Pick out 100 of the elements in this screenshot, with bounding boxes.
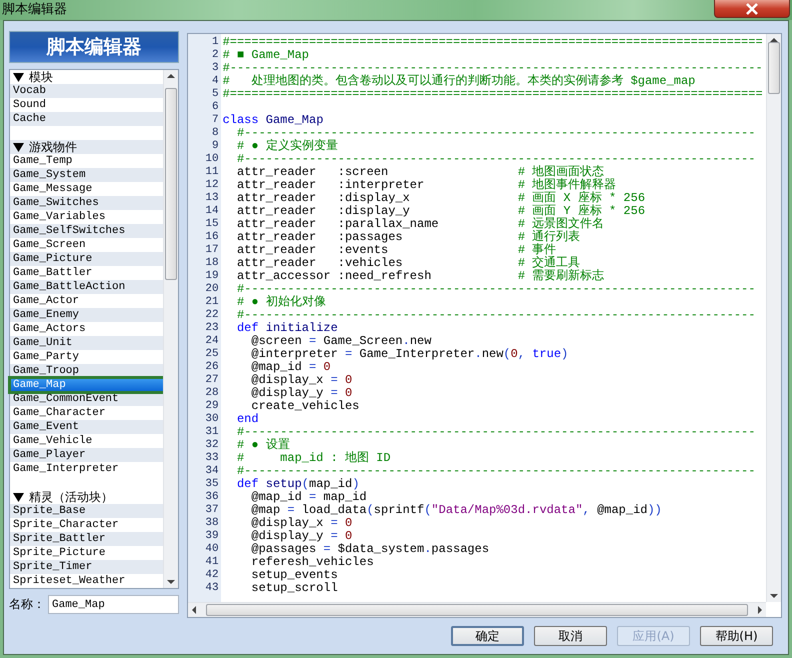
code-line: # ■ Game_Map	[222, 49, 309, 62]
line-number: 24	[205, 335, 219, 348]
line-number: 29	[205, 400, 219, 413]
code-line: #-----------------------------------------------------------------------	[236, 127, 756, 140]
script-list-item[interactable]: Sound	[13, 98, 46, 112]
code-line: attr_reader :vehicles # 交通工具	[236, 257, 580, 270]
scrollbar[interactable]	[188, 602, 766, 617]
section-heading[interactable]: 模块	[29, 70, 53, 84]
code-line: @map = load_data(sprintf("Data/Map%03d.rvdata", @map_id))	[250, 504, 662, 517]
code-line: setup_scroll	[250, 582, 338, 595]
code-line: #==========================================================================	[222, 88, 763, 101]
code-line: #-----------------------------------------------------------------------	[236, 309, 756, 322]
line-number: 22	[205, 309, 219, 322]
name-field[interactable]: Game_Map	[48, 595, 179, 614]
line-number: 11	[205, 166, 219, 179]
script-list-item[interactable]: Game_Character	[13, 406, 106, 420]
line-number: 16	[205, 231, 219, 244]
line-number: 33	[205, 452, 219, 465]
close-icon	[745, 2, 759, 14]
script-list-item[interactable]: Game_Interpreter	[13, 462, 119, 476]
line-number: 26	[205, 361, 219, 374]
line-number: 34	[205, 465, 219, 478]
code-line: attr_reader :interpreter # 地图事件解释器	[236, 179, 616, 192]
panel-header: 脚本编辑器	[9, 31, 179, 63]
line-number: 12	[205, 179, 219, 192]
line-number: 18	[205, 257, 219, 270]
code-line: setup_events	[250, 569, 338, 582]
script-list-item[interactable]: Sprite_Picture	[13, 546, 106, 560]
code-line: @interpreter = Game_Interpreter.new(0, true)	[250, 348, 568, 361]
line-number: 19	[205, 270, 219, 283]
code-line: attr_reader :events # 事件	[236, 244, 556, 257]
script-list-item[interactable]: Spriteset_Weather	[13, 574, 126, 588]
code-line: # 处理地图的类。包含卷动以及可以通行的判断功能。本类的实例请参考 $game_map	[222, 75, 696, 88]
script-list-item[interactable]: Game_Party	[13, 350, 80, 364]
line-number: 1	[212, 36, 219, 49]
line-number: 32	[205, 439, 219, 452]
code-line: def initialize	[236, 322, 338, 335]
line-number: 4	[212, 75, 219, 88]
code-line: attr_reader :display_x # 画面 X 座标 * 256	[236, 192, 646, 205]
script-list-item[interactable]: Game_Message	[13, 182, 92, 196]
code-line: attr_reader :parallax_name # 远景图文件名	[236, 218, 604, 231]
code-line: @display_y = 0	[250, 387, 352, 400]
code-line: # ● 初始化对像	[236, 296, 326, 309]
close-button[interactable]	[714, 0, 790, 18]
line-number: 31	[205, 426, 219, 439]
line-number: 41	[205, 556, 219, 569]
line-number: 27	[205, 374, 219, 387]
line-number: 7	[212, 114, 219, 127]
code-line: attr_reader :screen # 地图画面状态	[236, 166, 604, 179]
line-number: 9	[212, 140, 219, 153]
code-line: class Game_Map	[222, 114, 324, 127]
code-line: attr_reader :display_y # 画面 Y 座标 * 256	[236, 205, 646, 218]
script-list-item[interactable]: Game_Variables	[13, 210, 106, 224]
script-list-item[interactable]: Sprite_Character	[13, 518, 119, 532]
code-line: @map_id = 0	[250, 361, 331, 374]
script-list-item[interactable]: Game_Vehicle	[13, 434, 92, 448]
code-line: # map_id : 地图 ID	[236, 452, 391, 465]
line-number: 15	[205, 218, 219, 231]
code-line: @display_x = 0	[250, 517, 352, 530]
dialog-button[interactable]: 确定	[451, 626, 524, 646]
script-list-item[interactable]: Game_Temp	[13, 154, 72, 168]
section-heading[interactable]: 精灵（活动块）	[29, 490, 113, 504]
line-number: 23	[205, 322, 219, 335]
line-number: 20	[205, 283, 219, 296]
code-line: #-----------------------------------------------------------------------	[236, 153, 756, 166]
script-list-item[interactable]: Game_Battler	[13, 266, 92, 280]
scrollbar[interactable]	[162, 70, 178, 588]
script-list-item[interactable]: Game_Actors	[13, 322, 86, 336]
expand-triangle-icon[interactable]	[13, 72, 24, 82]
expand-triangle-icon[interactable]	[13, 142, 24, 152]
window-title: 脚本编辑器	[1, 1, 68, 18]
line-number: 8	[212, 127, 219, 140]
line-number: 3	[212, 62, 219, 75]
code-line: referesh_vehicles	[250, 556, 374, 569]
line-number: 40	[205, 543, 219, 556]
line-number: 37	[205, 504, 219, 517]
line-number: 42	[205, 569, 219, 582]
code-line: #--------------------------------------------------------------------------	[222, 62, 763, 75]
line-number: 35	[205, 478, 219, 491]
line-number: 17	[205, 244, 219, 257]
line-number: 25	[205, 348, 219, 361]
expand-triangle-icon[interactable]	[13, 492, 24, 502]
script-list-item[interactable]: Game_Screen	[13, 238, 86, 252]
code-line: @display_x = 0	[250, 374, 352, 387]
line-number: 28	[205, 387, 219, 400]
scrollbar[interactable]	[766, 34, 781, 602]
code-line: create_vehicles	[250, 400, 360, 413]
code-line: #-----------------------------------------------------------------------	[236, 426, 756, 439]
line-number: 43	[205, 582, 219, 595]
line-number: 14	[205, 205, 219, 218]
line-number: 6	[212, 101, 219, 114]
code-line: @passages = $data_system.passages	[250, 543, 490, 556]
line-number: 36	[205, 491, 219, 504]
code-line: #-----------------------------------------------------------------------	[236, 465, 756, 478]
dialog-button[interactable]: 取消	[534, 626, 607, 646]
dialog-button[interactable]: 帮助(H)	[700, 626, 773, 646]
line-number: 30	[205, 413, 219, 426]
script-list-item[interactable]: Game_Actor	[13, 294, 80, 308]
code-line: #-----------------------------------------------------------------------	[236, 283, 756, 296]
line-number: 5	[212, 88, 219, 101]
